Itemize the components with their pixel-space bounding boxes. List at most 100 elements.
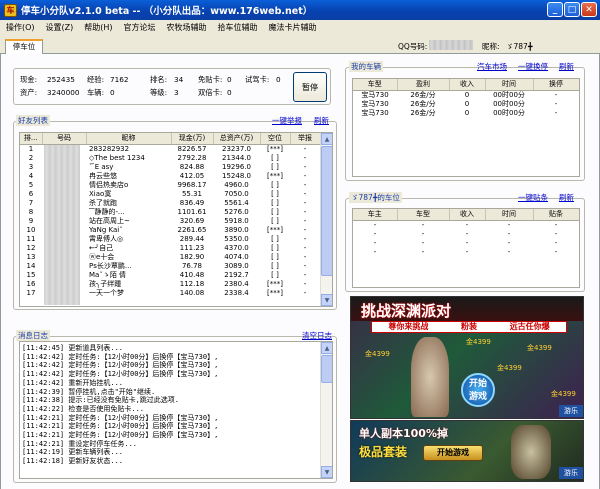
column-header[interactable]: 时间 — [485, 79, 534, 91]
column-header[interactable]: 号码 — [42, 133, 87, 145]
column-header[interactable]: 盈利 — [397, 79, 450, 91]
minimize-button[interactable]: _ — [547, 2, 563, 17]
table-cell: 5918.0 — [224, 216, 249, 225]
menu-operate[interactable]: 操作(O) — [6, 22, 35, 33]
table-cell: 21344.0 — [222, 153, 251, 162]
table-row[interactable]: 宝马730 26金/分 0 00时00分 - — [353, 100, 579, 109]
column-header[interactable]: 总资产(万) — [213, 133, 261, 145]
menu-settings[interactable]: 设置(Z) — [46, 22, 74, 33]
table-cell: 26金/分 — [410, 90, 436, 99]
table-row[interactable]: 宝马730 26金/分 0 00时00分 - — [353, 109, 579, 118]
table-cell: 站在高周上~ — [89, 216, 130, 225]
ad-banner-1[interactable]: 挑战深渊派对 尊你来挑战 粉装 远古任你爆 金4399 金4399 金4399 … — [350, 296, 584, 419]
ad1-start-button[interactable]: 开始 游戏 — [461, 373, 495, 407]
table-cell: [***] — [267, 144, 283, 153]
move-all-link[interactable]: 一键换停 — [518, 61, 548, 72]
table-cell: 3 — [28, 162, 34, 171]
table-cell: 宝马730 — [361, 99, 389, 108]
table-cell: 7050.0 — [224, 189, 249, 198]
assets-value: 3240000 — [47, 88, 80, 97]
pause-button[interactable]: 暂停 — [293, 72, 327, 102]
menu-forum[interactable]: 官方论坛 — [124, 22, 156, 33]
column-header[interactable]: 排... — [20, 133, 43, 145]
menu-farm-helper[interactable]: 农牧场辅助 — [167, 22, 207, 33]
table-cell: 289.44 — [179, 234, 205, 243]
table-cell: 2338.4 — [224, 288, 249, 297]
table-row[interactable]: ----- — [353, 248, 579, 257]
table-cell: 182.90 — [179, 252, 205, 261]
table-cell: - — [554, 99, 558, 108]
column-header[interactable]: 贴条 — [533, 209, 579, 221]
log-box[interactable]: [11:42:45] 更新道具列表... [11:42:42] 定时任务:【12小… — [19, 341, 333, 479]
column-header[interactable]: 时间 — [485, 209, 534, 221]
table-cell: - — [421, 247, 425, 256]
log-scroll-up-icon[interactable]: ▲ — [321, 342, 332, 354]
table-cell: - — [421, 238, 425, 247]
menu-magic-card-helper[interactable]: 魔法卡片辅助 — [269, 22, 317, 33]
table-cell: - — [507, 238, 511, 247]
table-cell: Ρs长沙覃鹏... — [89, 261, 132, 270]
table-cell: 76.78 — [181, 261, 203, 270]
spots-table: 车主 车型 收入 时间 贴条 -------------------- — [353, 209, 579, 257]
column-header[interactable]: 举报 — [290, 133, 321, 145]
report-all-link[interactable]: 一键举报 — [272, 115, 302, 126]
table-cell: ⓦe十会 — [89, 252, 115, 261]
table-cell: [***] — [267, 225, 283, 234]
table-cell: 2792.28 — [177, 153, 207, 162]
cash-label: 现金: — [20, 75, 38, 84]
table-cell: 2192.7 — [224, 270, 249, 279]
menu-parking-helper[interactable]: 拾车位辅助 — [218, 22, 258, 33]
car-market-link[interactable]: 汽车市场 — [477, 61, 507, 72]
table-cell: - — [465, 220, 469, 229]
column-header[interactable]: 车主 — [353, 209, 398, 221]
tab-parking[interactable]: 停车位 — [5, 39, 43, 55]
log-scroll-thumb[interactable] — [321, 355, 332, 383]
scroll-thumb[interactable] — [321, 146, 332, 276]
ad-banner-2[interactable]: 单人副本100%掉 极品套装 开始游戏 游乐 — [350, 420, 584, 482]
window-title: 停车小分队v2.1.0 beta -- （小分队出品：www.176web.ne… — [21, 6, 313, 17]
qq-number-redacted — [429, 40, 473, 50]
table-cell: - — [465, 247, 469, 256]
mycars-refresh-link[interactable]: 刷新 — [559, 61, 574, 72]
maximize-button[interactable]: □ — [564, 2, 580, 17]
ticket-all-link[interactable]: 一键贴条 — [518, 192, 548, 203]
log-lines: [11:42:45] 更新道具列表... [11:42:42] 定时任务:【12小… — [20, 342, 332, 468]
ad2-start-button[interactable]: 开始游戏 — [423, 445, 483, 461]
ad1-start-2: 游戏 — [468, 392, 487, 402]
log-line: [11:42:21] 定时任务:【12小时00分】后换停【宝马730】, — [22, 431, 219, 440]
column-header[interactable]: 昵称 — [86, 133, 172, 145]
table-row[interactable]: 宝马730 26金/分 0 00时00分 - — [353, 90, 579, 100]
friends-scrollbar[interactable]: ▲ ▼ — [320, 133, 332, 306]
test-drive-card-value: 0 — [276, 75, 281, 84]
close-button[interactable]: ✕ — [581, 2, 597, 17]
table-cell: 杀了就跑 — [89, 198, 117, 207]
scroll-up-icon[interactable]: ▲ — [321, 133, 332, 145]
table-cell: 4 — [28, 171, 34, 180]
friends-refresh-link[interactable]: 刷新 — [314, 115, 329, 126]
log-line: [11:42:45] 更新道具列表... — [22, 344, 124, 352]
table-cell: - — [554, 229, 558, 238]
column-header[interactable]: 车型 — [397, 209, 450, 221]
ad1-subtitle: 尊你来挑战 粉装 远古任你爆 — [371, 321, 567, 333]
clear-log-link[interactable]: 清空日志 — [302, 330, 332, 341]
table-cell: - — [303, 162, 307, 171]
table-row[interactable]: ----- — [353, 230, 579, 239]
cars-value: 0 — [110, 88, 115, 97]
column-header[interactable]: 车型 — [353, 79, 398, 91]
scroll-down-icon[interactable]: ▼ — [321, 294, 332, 306]
table-row[interactable]: ----- — [353, 220, 579, 230]
table-cell: 26金/分 — [410, 108, 436, 117]
column-header[interactable]: 空位 — [260, 133, 291, 145]
table-cell: - — [554, 238, 558, 247]
column-header[interactable]: 换停 — [533, 79, 579, 91]
column-header[interactable]: 现金(万) — [171, 133, 214, 145]
log-scrollbar[interactable]: ▲ ▼ — [320, 342, 332, 478]
column-header[interactable]: 收入 — [449, 209, 486, 221]
log-scroll-down-icon[interactable]: ▼ — [321, 466, 332, 478]
table-cell: - — [303, 198, 307, 207]
column-header[interactable]: 收入 — [449, 79, 486, 91]
table-cell: - — [303, 261, 307, 270]
spots-refresh-link[interactable]: 刷新 — [559, 192, 574, 203]
table-row[interactable]: ----- — [353, 239, 579, 248]
menu-help[interactable]: 帮助(H) — [84, 22, 112, 33]
